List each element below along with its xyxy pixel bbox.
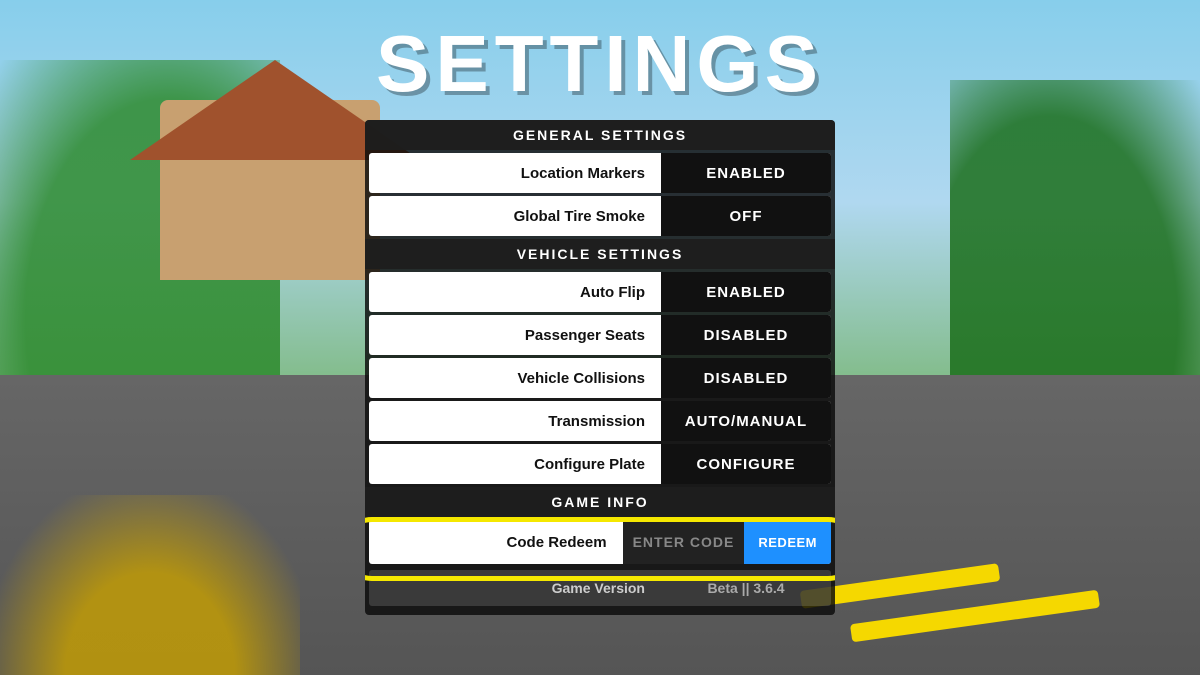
settings-overlay: SETTINGS GENERAL SETTINGS Location Marke… bbox=[0, 0, 1200, 675]
game-info-header: GAME INFO bbox=[365, 487, 835, 517]
setting-row-configure-plate[interactable]: Configure Plate CONFIGURE bbox=[369, 444, 831, 484]
game-version-label: Game Version bbox=[369, 580, 661, 596]
vehicle-collisions-value[interactable]: DISABLED bbox=[661, 358, 831, 398]
auto-flip-label: Auto Flip bbox=[369, 284, 661, 301]
vehicle-collisions-label: Vehicle Collisions bbox=[369, 370, 661, 387]
setting-row-passenger-seats[interactable]: Passenger Seats DISABLED bbox=[369, 315, 831, 355]
setting-row-game-version: Game Version Beta || 3.6.4 bbox=[369, 570, 831, 606]
location-markers-label: Location Markers bbox=[369, 165, 661, 182]
setting-row-auto-flip[interactable]: Auto Flip ENABLED bbox=[369, 272, 831, 312]
setting-row-vehicle-collisions[interactable]: Vehicle Collisions DISABLED bbox=[369, 358, 831, 398]
vehicle-settings-header: VEHICLE SETTINGS bbox=[365, 239, 835, 269]
code-redeem-wrapper: ◄ Code Redeem ENTER CODE REDEEM bbox=[365, 517, 835, 567]
global-tire-smoke-value[interactable]: OFF bbox=[661, 196, 831, 236]
general-settings-header: GENERAL SETTINGS bbox=[365, 120, 835, 150]
code-redeem-label: Code Redeem bbox=[369, 534, 623, 551]
setting-row-global-tire-smoke[interactable]: Global Tire Smoke OFF bbox=[369, 196, 831, 236]
settings-title: SETTINGS bbox=[376, 18, 824, 110]
global-tire-smoke-label: Global Tire Smoke bbox=[369, 208, 661, 225]
setting-row-transmission[interactable]: Transmission AUTO/MANUAL bbox=[369, 401, 831, 441]
configure-plate-label: Configure Plate bbox=[369, 456, 661, 473]
passenger-seats-label: Passenger Seats bbox=[369, 327, 661, 344]
setting-row-location-markers[interactable]: Location Markers ENABLED bbox=[369, 153, 831, 193]
location-markers-value[interactable]: ENABLED bbox=[661, 153, 831, 193]
auto-flip-value[interactable]: ENABLED bbox=[661, 272, 831, 312]
configure-plate-value[interactable]: CONFIGURE bbox=[661, 444, 831, 484]
transmission-value[interactable]: AUTO/MANUAL bbox=[661, 401, 831, 441]
code-input[interactable]: ENTER CODE bbox=[623, 520, 745, 564]
setting-row-code-redeem[interactable]: Code Redeem ENTER CODE REDEEM bbox=[369, 520, 831, 564]
settings-panel: GENERAL SETTINGS Location Markers ENABLE… bbox=[365, 120, 835, 615]
game-version-value: Beta || 3.6.4 bbox=[661, 580, 831, 596]
transmission-label: Transmission bbox=[369, 413, 661, 430]
panel-bottom-space bbox=[365, 609, 835, 615]
redeem-button[interactable]: REDEEM bbox=[744, 520, 831, 564]
passenger-seats-value[interactable]: DISABLED bbox=[661, 315, 831, 355]
